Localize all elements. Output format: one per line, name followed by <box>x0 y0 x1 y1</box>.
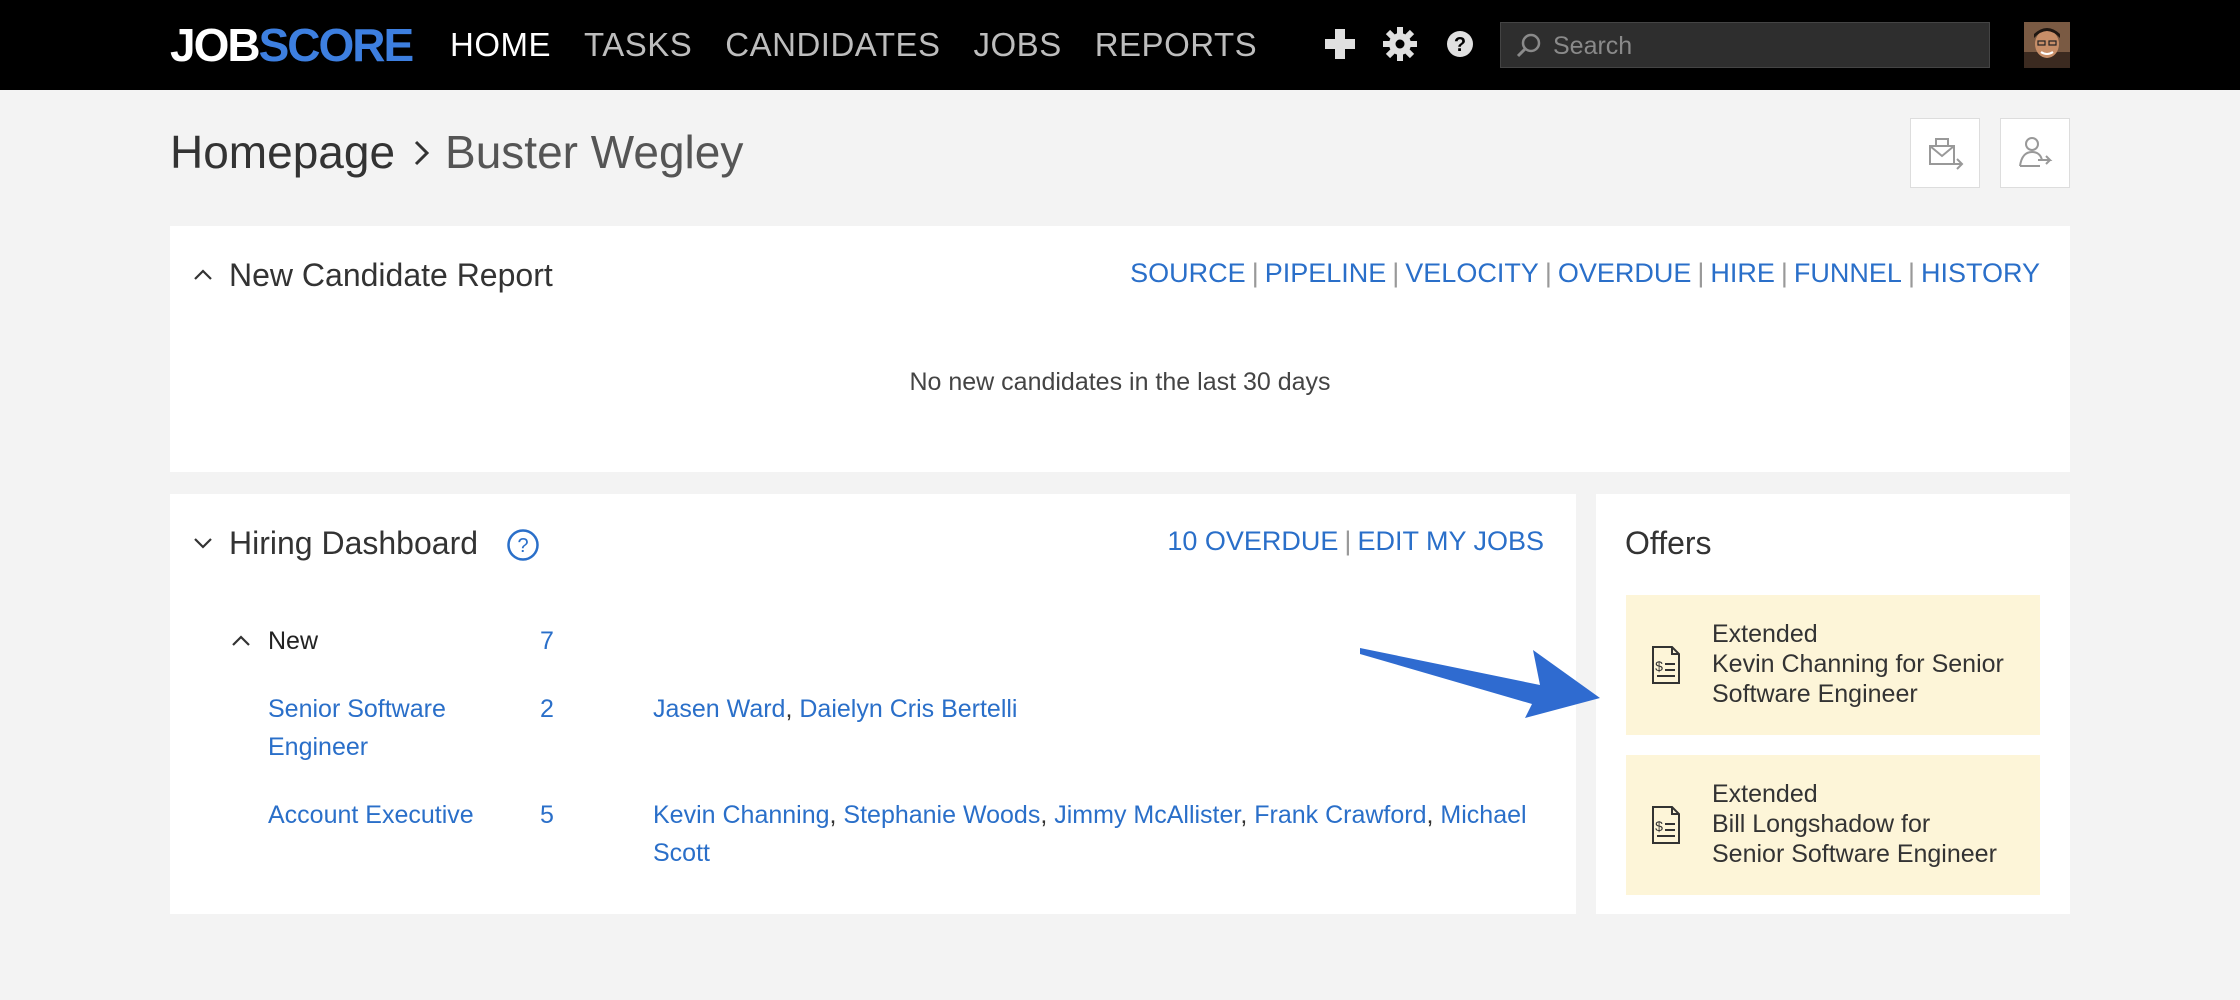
search-box <box>1500 22 1990 69</box>
chevron-right-icon <box>413 122 431 182</box>
offer-description: Kevin Channing for Senior <box>1712 650 2004 678</box>
svg-text:$: $ <box>1655 658 1663 674</box>
offer-description: Senior Software Engineer <box>1712 840 1997 868</box>
help-icon[interactable]: ? <box>1440 24 1480 64</box>
candidate-link[interactable]: Daielyn Cris Bertelli <box>799 695 1017 723</box>
candidate-link[interactable]: Scott <box>653 839 710 867</box>
jobscore-logo[interactable]: JOBSCORE <box>170 18 415 72</box>
question-circle-icon[interactable]: ? <box>506 528 540 562</box>
svg-text:?: ? <box>1454 34 1466 56</box>
user-forward-button[interactable] <box>2000 118 2070 188</box>
new-candidate-report-title: New Candidate Report <box>229 257 553 293</box>
offer-description: Software Engineer <box>1712 680 1918 708</box>
job-count[interactable]: 2 <box>540 695 554 724</box>
offer-text: Extended Kevin Channing for Senior Softw… <box>1712 619 2004 709</box>
search-icon <box>1516 33 1541 58</box>
svg-text:$: $ <box>1655 818 1663 834</box>
link-separator: | <box>1251 258 1259 288</box>
edit-my-jobs-link[interactable]: EDIT MY JOBS <box>1357 526 1544 556</box>
email-forward-button[interactable] <box>1910 118 1980 188</box>
plus-icon[interactable] <box>1320 24 1360 64</box>
job-link-account-executive[interactable]: Account Executive <box>268 796 474 834</box>
user-avatar[interactable] <box>2024 22 2070 68</box>
breadcrumb-current: Buster Wegley <box>445 126 744 178</box>
job-link-senior-software-engineer[interactable]: Senior Software Engineer <box>268 690 446 766</box>
nav-jobs[interactable]: JOBS <box>974 26 1062 64</box>
candidate-link[interactable]: Kevin Channing <box>653 801 830 829</box>
report-links: SOURCE | PIPELINE | VELOCITY | OVERDUE | HIRE | FU… <box>1130 258 2040 289</box>
nav-reports[interactable]: REPORTS <box>1095 26 1257 64</box>
email-forward-icon <box>1929 138 1964 170</box>
offer-status: Extended <box>1712 780 1818 808</box>
empty-state-message: No new candidates in the last 30 days <box>909 368 1331 396</box>
logo-text-score: SCORE <box>258 19 415 71</box>
link-separator: | <box>1780 258 1788 288</box>
job-name-line: Senior Software <box>268 695 446 723</box>
group-count-new[interactable]: 7 <box>540 627 554 656</box>
link-separator: | <box>1544 258 1552 288</box>
link-funnel[interactable]: FUNNEL <box>1794 258 1902 288</box>
candidate-link[interactable]: Stephanie Woods <box>843 801 1040 829</box>
offer-status: Extended <box>1712 620 1818 648</box>
candidate-list: Kevin Channing, Stephanie Woods, Jimmy M… <box>653 801 1527 867</box>
top-navigation-bar: JOBSCORE HOME TASKS CANDIDATES JOBS REPO… <box>0 0 2240 90</box>
chevron-up-icon[interactable] <box>230 630 252 652</box>
main-nav: HOME TASKS CANDIDATES JOBS REPORTS <box>450 0 1290 90</box>
candidate-link[interactable]: Jasen Ward <box>653 695 785 723</box>
link-separator: | <box>1344 526 1352 556</box>
link-separator: | <box>1907 258 1915 288</box>
job-count[interactable]: 5 <box>540 801 554 830</box>
offer-text: Extended Bill Longshadow for Senior Soft… <box>1712 779 1997 869</box>
overdue-link[interactable]: 10 OVERDUE <box>1167 526 1338 556</box>
annotation-arrow-icon <box>1360 648 1600 718</box>
offer-description: Bill Longshadow for <box>1712 810 1931 838</box>
candidate-link[interactable]: Jimmy McAllister <box>1054 801 1240 829</box>
nav-home[interactable]: HOME <box>450 26 551 64</box>
offer-card[interactable]: $ Extended Bill Longshadow for Senior So… <box>1626 755 2040 895</box>
chevron-down-icon[interactable] <box>192 532 214 554</box>
link-pipeline[interactable]: PIPELINE <box>1265 258 1387 288</box>
offer-card[interactable]: $ Extended Kevin Channing for Senior Sof… <box>1626 595 2040 735</box>
candidate-list: Jasen Ward, Daielyn Cris Bertelli <box>653 695 1018 723</box>
candidate-link[interactable]: Frank Crawford <box>1254 801 1426 829</box>
nav-tasks[interactable]: TASKS <box>584 26 692 64</box>
hiring-dashboard-title: Hiring Dashboard <box>229 525 479 561</box>
search-input[interactable] <box>1551 23 1975 69</box>
candidate-link[interactable]: Michael <box>1440 801 1526 829</box>
link-hire[interactable]: HIRE <box>1710 258 1775 288</box>
link-history[interactable]: HISTORY <box>1921 258 2040 288</box>
svg-text:?: ? <box>517 535 528 557</box>
group-label-new: New <box>268 627 319 655</box>
chevron-up-icon[interactable] <box>192 264 214 286</box>
link-velocity[interactable]: VELOCITY <box>1405 258 1539 288</box>
link-overdue[interactable]: OVERDUE <box>1558 258 1692 288</box>
link-source[interactable]: SOURCE <box>1130 258 1246 288</box>
gear-icon[interactable] <box>1380 24 1420 64</box>
nav-candidates[interactable]: CANDIDATES <box>725 26 940 64</box>
breadcrumb-homepage[interactable]: Homepage <box>170 122 395 182</box>
link-separator: | <box>1392 258 1400 288</box>
offers-title: Offers <box>1625 525 1712 561</box>
user-forward-icon <box>2019 137 2053 167</box>
job-name-line: Engineer <box>268 733 369 761</box>
document-dollar-icon: $ <box>1652 806 1680 844</box>
document-dollar-icon: $ <box>1652 646 1680 684</box>
link-separator: | <box>1697 258 1705 288</box>
dashboard-links: 10 OVERDUE | EDIT MY JOBS <box>1167 526 1544 557</box>
logo-text-job: JOB <box>170 19 261 71</box>
breadcrumb: Homepage Buster Wegley <box>170 122 743 182</box>
